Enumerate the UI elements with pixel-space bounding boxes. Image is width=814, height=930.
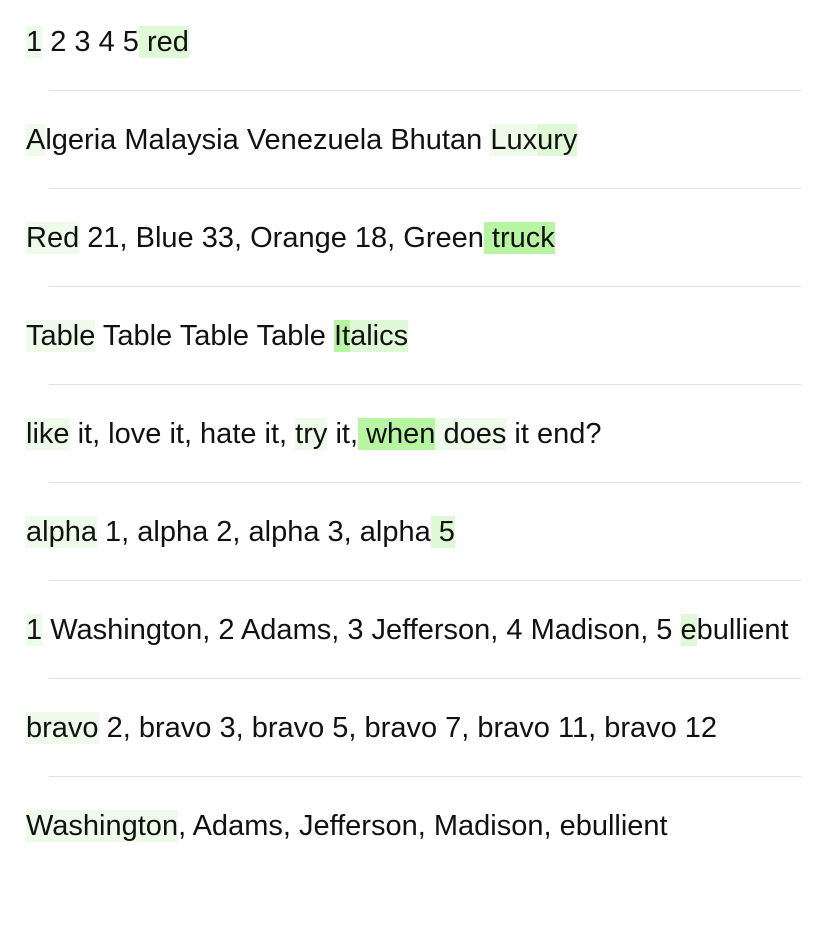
text-segment: 1 (26, 26, 43, 58)
list-item[interactable]: Washington, Adams, Jefferson, Madison, e… (0, 777, 814, 874)
list-item-text: alpha 1, alpha 2, alpha 3, alpha 5 (26, 508, 794, 556)
list-item-text: bravo 2, bravo 3, bravo 5, bravo 7, brav… (26, 704, 794, 752)
list-item-text: Algeria Malaysia Venezuela Bhutan Luxury (26, 116, 794, 164)
highlight-list: 1 2 3 4 5 red Algeria Malaysia Venezuela… (0, 0, 814, 874)
list-item[interactable]: Algeria Malaysia Venezuela Bhutan Luxury (0, 91, 814, 188)
text-segment: Red (26, 222, 80, 254)
text-segment: 2, bravo 3, bravo 5, bravo 7, bravo 11, … (98, 712, 718, 744)
list-item-text: Washington, Adams, Jefferson, Madison, e… (26, 802, 794, 850)
text-segment: bullient (696, 614, 789, 646)
text-segment: 21, Blue 33, Orange 18, Green (79, 222, 484, 254)
text-segment: lgeria Malaysia Venezuela Bhutan (45, 124, 491, 156)
list-item-text: 1 Washington, 2 Adams, 3 Jefferson, 4 Ma… (26, 606, 794, 654)
list-item[interactable]: Table Table Table Table Italics (0, 287, 814, 384)
text-segment: ury (537, 124, 578, 156)
text-segment: it end? (506, 418, 602, 450)
list-item-text: Table Table Table Table Italics (26, 312, 794, 360)
text-segment: red (138, 26, 189, 58)
text-segment: Washington (26, 810, 179, 842)
list-item-text: Red 21, Blue 33, Orange 18, Green truck (26, 214, 794, 262)
text-segment: 2 3 4 5 (42, 26, 139, 58)
text-segment: A (26, 124, 46, 156)
list-item-text: like it, love it, hate it, try it, when … (26, 410, 794, 458)
list-item[interactable]: Red 21, Blue 33, Orange 18, Green truck (0, 189, 814, 286)
list-item[interactable]: like it, love it, hate it, try it, when … (0, 385, 814, 482)
text-segment: like (26, 418, 70, 450)
text-segment: Table (26, 320, 96, 352)
text-segment: Lux (490, 124, 538, 156)
text-segment: bravo (26, 712, 99, 744)
text-segment: 1, alpha 2, alpha 3, alpha (96, 516, 431, 548)
text-segment: 1 (26, 614, 43, 646)
text-segment: Table Table Table (95, 320, 334, 352)
text-segment: truck (483, 222, 555, 254)
text-segment: try (295, 418, 328, 450)
text-segment: it, (327, 418, 359, 450)
text-segment: , Adams, Jefferson, Madison, ebullient (178, 810, 668, 842)
list-item[interactable]: alpha 1, alpha 2, alpha 3, alpha 5 (0, 483, 814, 580)
text-segment: e (680, 614, 697, 646)
list-item[interactable]: bravo 2, bravo 3, bravo 5, bravo 7, brav… (0, 679, 814, 776)
text-segment: it, love it, hate it, (69, 418, 296, 450)
text-segment: Washington, 2 Adams, 3 Jefferson, 4 Madi… (42, 614, 681, 646)
text-segment: when (358, 418, 436, 450)
text-segment: 5 (430, 516, 455, 548)
text-segment: alpha (26, 516, 97, 548)
text-segment: It (333, 320, 351, 352)
text-segment: does (435, 418, 507, 450)
text-segment: alics (350, 320, 409, 352)
list-item[interactable]: 1 Washington, 2 Adams, 3 Jefferson, 4 Ma… (0, 581, 814, 678)
list-item-text: 1 2 3 4 5 red (26, 18, 794, 66)
list-item[interactable]: 1 2 3 4 5 red (0, 0, 814, 90)
